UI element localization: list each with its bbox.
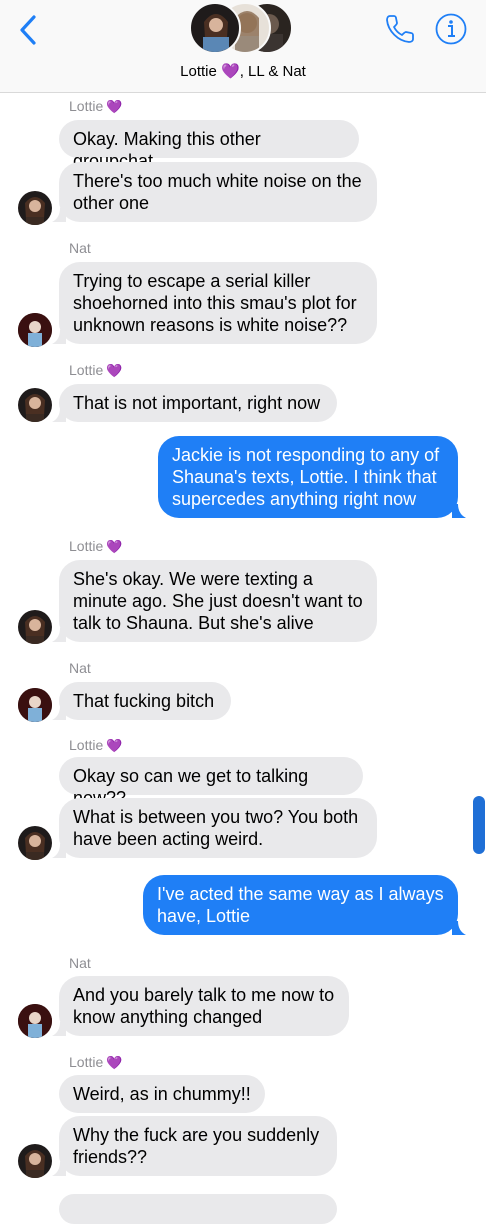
conversation-title[interactable]: Lottie 💜, LL & Nat bbox=[0, 62, 486, 80]
bubble-tail bbox=[52, 844, 66, 858]
bubble-tail bbox=[52, 330, 66, 344]
sender-name: Nat bbox=[69, 660, 91, 676]
avatar[interactable] bbox=[18, 610, 52, 644]
sender-name: Lottie 💜 bbox=[69, 362, 123, 378]
message-bubble-partial[interactable] bbox=[59, 1194, 337, 1224]
conversation-header: Lottie 💜, LL & Nat bbox=[0, 0, 486, 93]
message-bubble[interactable]: Okay so can we get to talking now?? bbox=[59, 757, 363, 808]
avatar[interactable] bbox=[18, 191, 52, 225]
message-bubble[interactable]: Why the fuck are you suddenly friends?? bbox=[59, 1116, 337, 1176]
message-bubble[interactable]: What is between you two? You both have b… bbox=[59, 798, 377, 858]
scrollbar[interactable] bbox=[473, 796, 485, 854]
bubble-tail bbox=[52, 208, 66, 222]
bubble-tail bbox=[52, 706, 66, 720]
chevron-left-icon[interactable] bbox=[14, 14, 44, 46]
avatar[interactable] bbox=[18, 313, 52, 347]
sender-name: Lottie 💜 bbox=[69, 1054, 123, 1070]
info-icon[interactable] bbox=[434, 12, 468, 46]
message-bubble[interactable]: Okay. Making this other groupchat bbox=[59, 120, 359, 171]
phone-icon[interactable] bbox=[383, 12, 417, 46]
sender-name: Nat bbox=[69, 240, 91, 256]
avatar[interactable] bbox=[18, 826, 52, 860]
message-bubble-outgoing[interactable]: Jackie is not responding to any of Shaun… bbox=[158, 436, 458, 518]
bubble-tail bbox=[52, 1022, 66, 1036]
sender-name: Lottie 💜 bbox=[69, 737, 123, 753]
sender-name: Nat bbox=[69, 955, 91, 971]
message-bubble[interactable]: And you barely talk to me now to know an… bbox=[59, 976, 349, 1036]
message-bubble[interactable]: That is not important, right now bbox=[59, 384, 337, 422]
message-bubble[interactable]: She's okay. We were texting a minute ago… bbox=[59, 560, 377, 642]
message-bubble-outgoing[interactable]: I've acted the same way as I always have… bbox=[143, 875, 458, 935]
avatar[interactable] bbox=[18, 1004, 52, 1038]
avatar bbox=[189, 2, 241, 54]
bubble-tail bbox=[52, 628, 66, 642]
bubble-tail bbox=[452, 504, 466, 518]
bubble-tail bbox=[52, 408, 66, 422]
sender-name: Lottie 💜 bbox=[69, 98, 123, 114]
group-avatars[interactable] bbox=[189, 2, 299, 54]
bubble-tail bbox=[52, 1162, 66, 1176]
avatar[interactable] bbox=[18, 688, 52, 722]
sender-name: Lottie 💜 bbox=[69, 538, 123, 554]
avatar[interactable] bbox=[18, 388, 52, 422]
message-bubble[interactable]: There's too much white noise on the othe… bbox=[59, 162, 377, 222]
message-bubble[interactable]: That fucking bitch bbox=[59, 682, 231, 720]
message-bubble[interactable]: Trying to escape a serial killer shoehor… bbox=[59, 262, 377, 344]
message-bubble[interactable]: Weird, as in chummy!! bbox=[59, 1075, 265, 1113]
avatar[interactable] bbox=[18, 1144, 52, 1178]
bubble-tail bbox=[452, 921, 466, 935]
